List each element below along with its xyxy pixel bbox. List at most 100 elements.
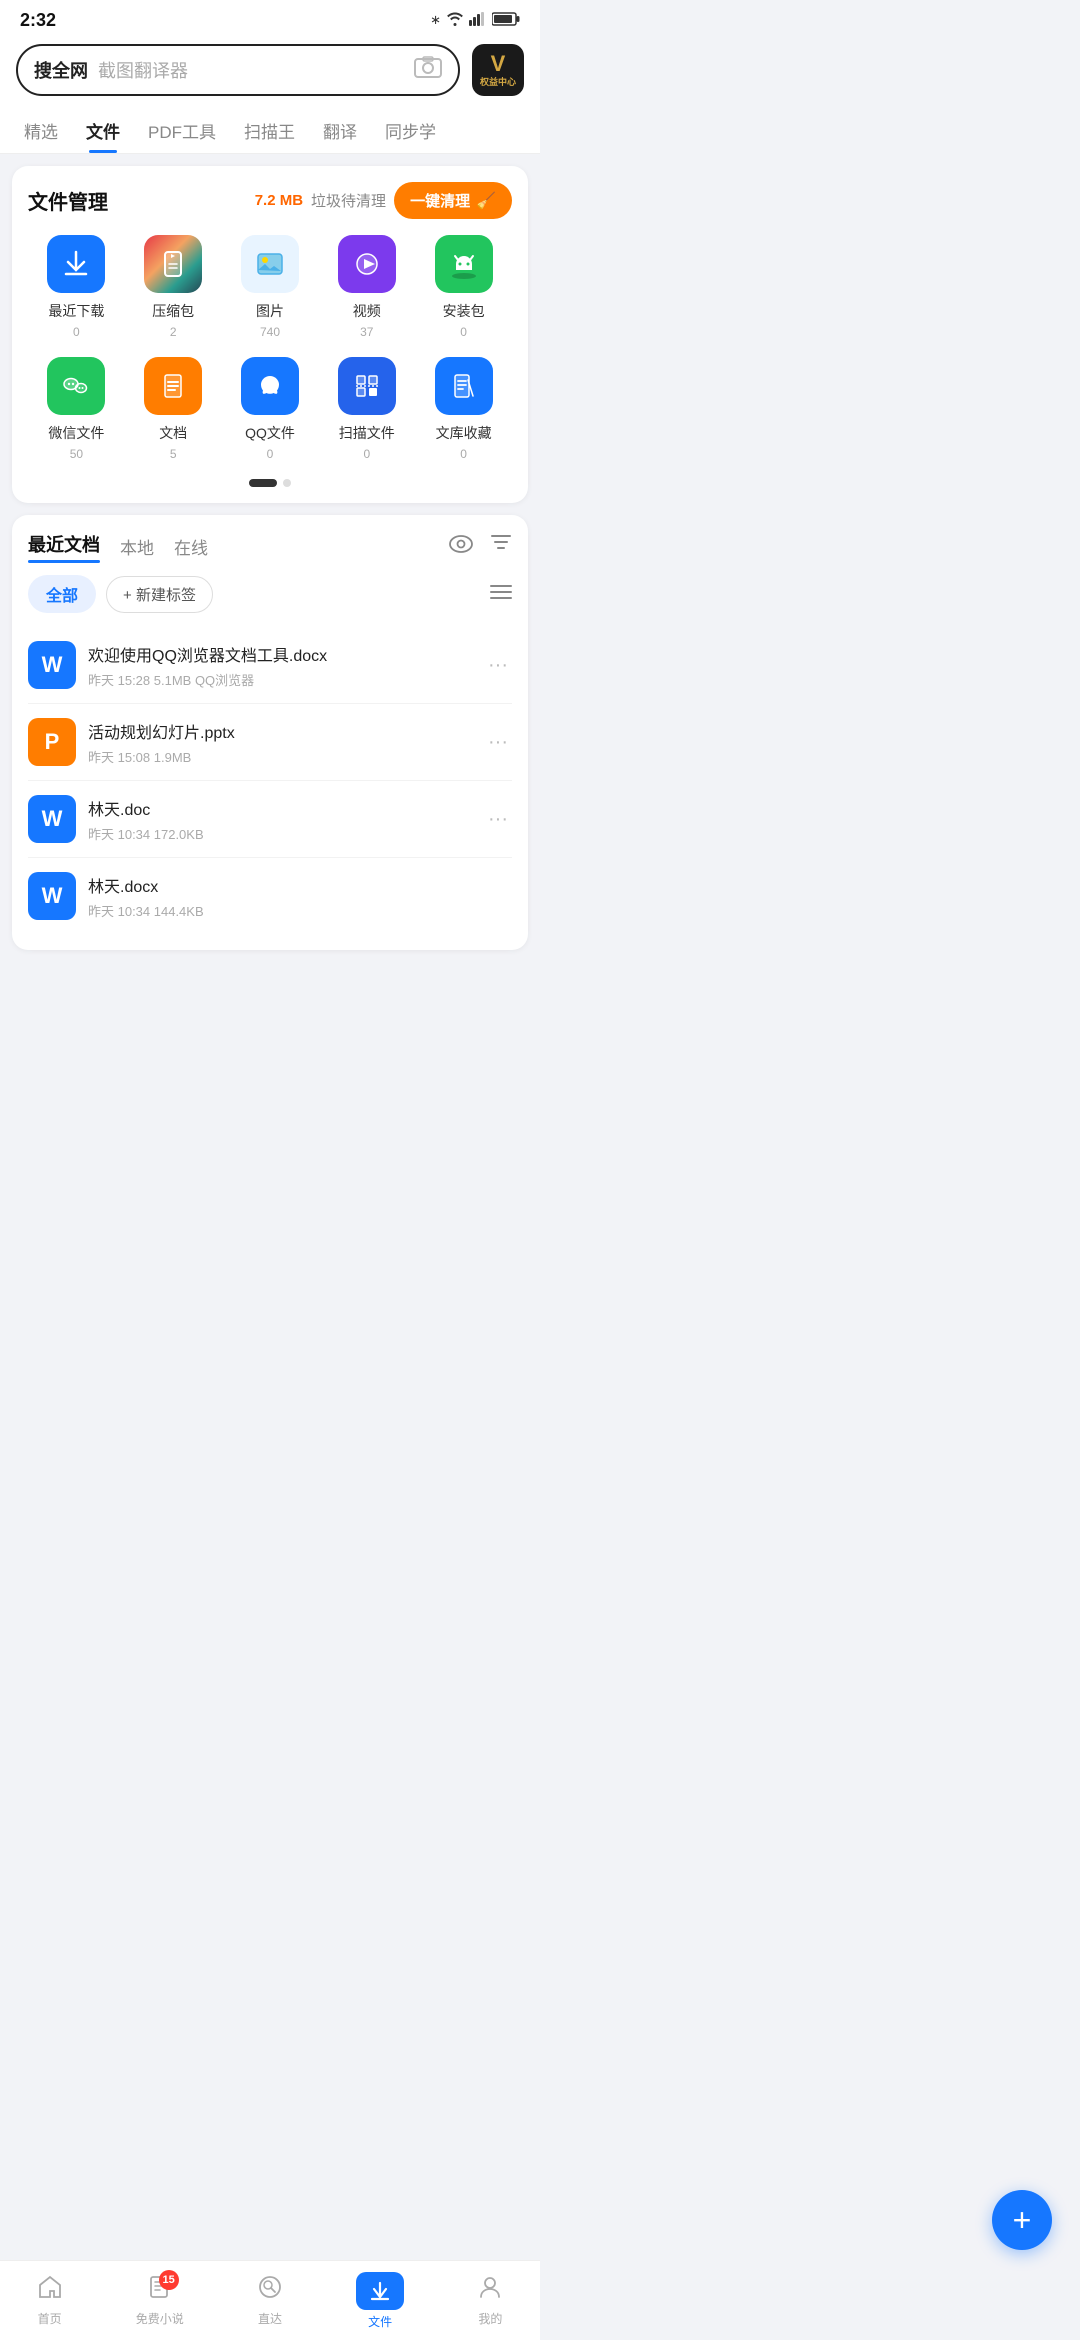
nav-mine-label: 我的 — [478, 2310, 502, 2327]
search-bar[interactable]: 搜全网 截图翻译器 — [16, 44, 460, 96]
nav-novel-label: 免费小说 — [136, 2310, 184, 2327]
scanned-count: 0 — [363, 447, 370, 461]
search-circle-icon — [257, 2274, 283, 2307]
nav-home[interactable]: 首页 — [37, 2274, 63, 2327]
doc-icon-wrap — [144, 357, 202, 415]
tab-study[interactable]: 同步学 — [371, 106, 450, 153]
qq-icon-wrap — [241, 357, 299, 415]
vip-v-icon: V — [491, 53, 506, 75]
tag-all-button[interactable]: 全部 — [28, 575, 96, 613]
video-icon-wrap — [338, 235, 396, 293]
carousel-dots — [28, 479, 512, 487]
video-label: 视频 — [353, 301, 381, 321]
fab-add-button[interactable]: + — [992, 2190, 1052, 2250]
tag-new-button[interactable]: + 新建标签 — [106, 576, 213, 613]
bottom-nav: 首页 15 免费小说 直达 文件 — [0, 2260, 540, 2340]
library-count: 0 — [460, 447, 467, 461]
tab-local[interactable]: 本地 — [120, 534, 154, 559]
status-time: 2:32 — [20, 10, 56, 31]
file-zip[interactable]: 压缩包 2 — [144, 235, 202, 339]
file-info-2: 活动规划幻灯片.pptx 昨天 15:08 1.9MB — [88, 719, 472, 766]
download-icon-wrap — [47, 235, 105, 293]
file-library[interactable]: 文库收藏 0 — [435, 357, 493, 461]
file-list-item[interactable]: W 林天.docx 昨天 10:34 144.4KB — [28, 858, 512, 934]
more-icon-2[interactable]: ··· — [484, 731, 512, 754]
novel-badge: 15 — [159, 2270, 179, 2290]
scanned-label: 扫描文件 — [339, 423, 395, 443]
image-count: 740 — [260, 325, 280, 339]
scanned-icon-wrap — [338, 357, 396, 415]
broom-icon: 🧹 — [476, 191, 496, 211]
wechat-count: 50 — [70, 447, 83, 461]
more-icon-1[interactable]: ··· — [484, 654, 512, 677]
apk-label: 安装包 — [443, 301, 485, 321]
wechat-label: 微信文件 — [48, 423, 104, 443]
nav-novel[interactable]: 15 免费小说 — [136, 2274, 184, 2327]
vip-badge[interactable]: V 权益中心 — [472, 44, 524, 96]
file-name-3: 林天.doc — [88, 796, 472, 820]
tab-scan[interactable]: 扫描王 — [230, 106, 309, 153]
file-manager-title: 文件管理 — [28, 186, 108, 215]
file-doc[interactable]: 文档 5 — [144, 357, 202, 461]
file-meta-2: 昨天 15:08 1.9MB — [88, 747, 472, 766]
nav-file-label: 文件 — [368, 2313, 392, 2330]
search-bold-label: 搜全网 — [34, 57, 88, 83]
file-image[interactable]: 图片 740 — [241, 235, 299, 339]
home-icon — [37, 2274, 63, 2307]
filter-icon[interactable] — [490, 533, 512, 559]
list-view-icon[interactable] — [490, 583, 512, 606]
doc-label: 文档 — [159, 423, 187, 443]
recent-docs-card: 最近文档 本地 在线 全部 + 新建标签 — [12, 515, 528, 950]
nav-direct[interactable]: 直达 — [257, 2274, 283, 2327]
image-icon-wrap — [241, 235, 299, 293]
nav-mine[interactable]: 我的 — [477, 2274, 503, 2327]
image-label: 图片 — [256, 301, 284, 321]
tab-pdf[interactable]: PDF工具 — [134, 106, 230, 153]
nav-tabs: 精选 文件 PDF工具 扫描王 翻译 同步学 — [0, 106, 540, 154]
tab-online[interactable]: 在线 — [174, 534, 208, 559]
clean-button[interactable]: 一键清理 🧹 — [394, 182, 512, 219]
screenshot-icon — [414, 56, 442, 84]
file-wechat[interactable]: 微信文件 50 — [47, 357, 105, 461]
section-actions — [448, 533, 512, 559]
apk-count: 0 — [460, 325, 467, 339]
file-manager-card: 文件管理 7.2 MB 垃圾待清理 一键清理 🧹 最近下载 0 压缩包 2 — [12, 166, 528, 503]
nav-file[interactable]: 文件 — [356, 2272, 404, 2330]
file-video[interactable]: 视频 37 — [338, 235, 396, 339]
file-list-item[interactable]: W 林天.doc 昨天 10:34 172.0KB ··· — [28, 781, 512, 858]
file-active-bg — [356, 2272, 404, 2310]
status-bar: 2:32 ∗ — [0, 0, 540, 36]
nav-home-label: 首页 — [38, 2310, 62, 2327]
file-info-3: 林天.doc 昨天 10:34 172.0KB — [88, 796, 472, 843]
more-icon-3[interactable]: ··· — [484, 808, 512, 831]
apk-icon-wrap — [435, 235, 493, 293]
recent-download-label: 最近下载 — [48, 301, 104, 321]
file-meta-3: 昨天 10:34 172.0KB — [88, 824, 472, 843]
junk-info: 7.2 MB 垃圾待清理 一键清理 🧹 — [255, 182, 512, 219]
word-icon: W — [28, 641, 76, 689]
vip-label: 权益中心 — [480, 75, 516, 88]
tab-translate[interactable]: 翻译 — [309, 106, 371, 153]
person-icon — [477, 2274, 503, 2307]
ppt-icon: P — [28, 718, 76, 766]
word-icon-3: W — [28, 872, 76, 920]
eye-icon[interactable] — [448, 533, 474, 559]
file-list-item[interactable]: P 活动规划幻灯片.pptx 昨天 15:08 1.9MB ··· — [28, 704, 512, 781]
tab-jingxuan[interactable]: 精选 — [10, 106, 72, 153]
status-icons: ∗ — [430, 12, 520, 29]
file-list-item[interactable]: W 欢迎使用QQ浏览器文档工具.docx 昨天 15:28 5.1MB QQ浏览… — [28, 627, 512, 704]
zip-count: 2 — [170, 325, 177, 339]
file-meta-1: 昨天 15:28 5.1MB QQ浏览器 — [88, 670, 472, 689]
doc-count: 5 — [170, 447, 177, 461]
file-scanned[interactable]: 扫描文件 0 — [338, 357, 396, 461]
tab-file[interactable]: 文件 — [72, 106, 134, 153]
tab-recent-docs[interactable]: 最近文档 — [28, 531, 100, 561]
file-qq[interactable]: QQ文件 0 — [241, 357, 299, 461]
file-recent-download[interactable]: 最近下载 0 — [47, 235, 105, 339]
library-icon-wrap — [435, 357, 493, 415]
file-apk[interactable]: 安装包 0 — [435, 235, 493, 339]
dot-1 — [249, 479, 277, 487]
dot-2 — [283, 479, 291, 487]
file-info-4: 林天.docx 昨天 10:34 144.4KB — [88, 873, 512, 920]
library-label: 文库收藏 — [436, 423, 492, 443]
